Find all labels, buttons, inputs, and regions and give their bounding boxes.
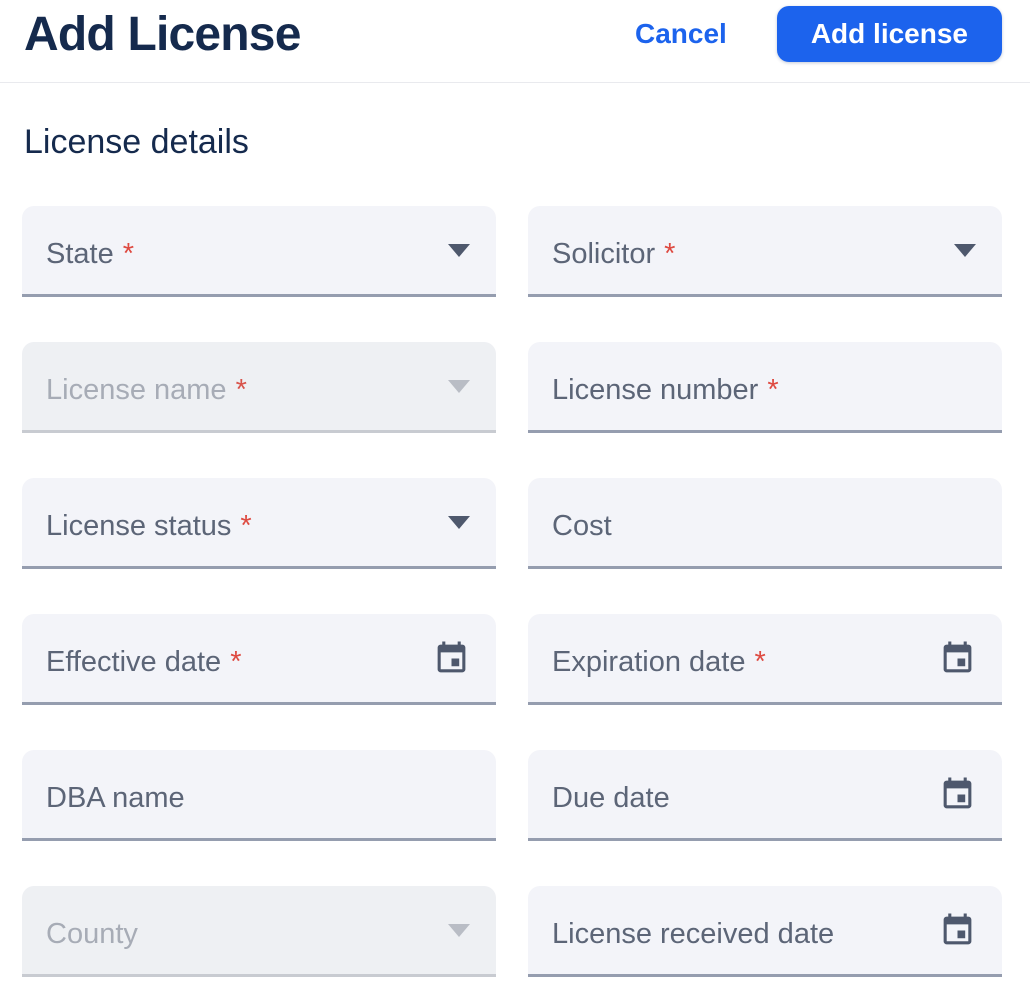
field-label: License number bbox=[552, 373, 759, 406]
field-state[interactable]: State * bbox=[22, 206, 496, 297]
field-license-received-date[interactable]: License received date bbox=[528, 886, 1002, 977]
required-asterisk: * bbox=[122, 237, 135, 270]
field-label: State bbox=[46, 237, 114, 270]
field-expiration-date[interactable]: Expiration date * bbox=[528, 614, 1002, 705]
chevron-down-icon bbox=[448, 515, 470, 529]
field-label: Solicitor bbox=[552, 237, 656, 270]
add-license-button[interactable]: Add license bbox=[776, 6, 1002, 62]
field-dba-name[interactable]: DBA name bbox=[22, 750, 496, 841]
required-asterisk: * bbox=[235, 373, 247, 406]
field-solicitor[interactable]: Solicitor * bbox=[528, 206, 1002, 297]
section-title: License details bbox=[24, 123, 249, 161]
required-asterisk: * bbox=[230, 645, 242, 678]
field-label: Effective date bbox=[46, 645, 222, 678]
field-label: Expiration date bbox=[552, 645, 746, 678]
field-label: Due date bbox=[552, 781, 670, 814]
calendar-icon[interactable] bbox=[939, 640, 976, 677]
field-county: County bbox=[22, 886, 496, 977]
field-label: County bbox=[46, 917, 138, 950]
field-cost[interactable]: Cost bbox=[528, 478, 1002, 569]
calendar-icon[interactable] bbox=[433, 640, 470, 677]
required-asterisk: * bbox=[240, 509, 252, 542]
cancel-button[interactable]: Cancel bbox=[635, 18, 727, 50]
required-asterisk: * bbox=[767, 373, 779, 406]
required-asterisk: * bbox=[754, 645, 766, 678]
field-due-date[interactable]: Due date bbox=[528, 750, 1002, 841]
header-actions: Cancel Add license bbox=[635, 6, 1002, 62]
page-title: Add License bbox=[24, 7, 301, 61]
chevron-down-icon bbox=[954, 243, 976, 257]
field-license-name: License name * bbox=[22, 342, 496, 433]
chevron-down-icon bbox=[448, 923, 470, 937]
field-label: License received date bbox=[552, 917, 835, 950]
field-label: DBA name bbox=[46, 781, 185, 814]
field-label: License name bbox=[46, 373, 227, 406]
chevron-down-icon bbox=[448, 243, 470, 257]
field-label: License status bbox=[46, 509, 232, 542]
field-license-status[interactable]: License status * bbox=[22, 478, 496, 569]
header: Add License Cancel Add license bbox=[0, 0, 1030, 83]
calendar-icon[interactable] bbox=[939, 912, 976, 949]
field-license-number[interactable]: License number * bbox=[528, 342, 1002, 433]
form-grid: State * Solicitor * License name * Licen… bbox=[22, 206, 1002, 977]
main-content: License details State * Solicitor * Lice… bbox=[0, 123, 1030, 977]
chevron-down-icon bbox=[448, 379, 470, 393]
required-asterisk: * bbox=[664, 237, 676, 270]
field-effective-date[interactable]: Effective date * bbox=[22, 614, 496, 705]
calendar-icon[interactable] bbox=[939, 776, 976, 813]
field-label: Cost bbox=[552, 509, 612, 542]
